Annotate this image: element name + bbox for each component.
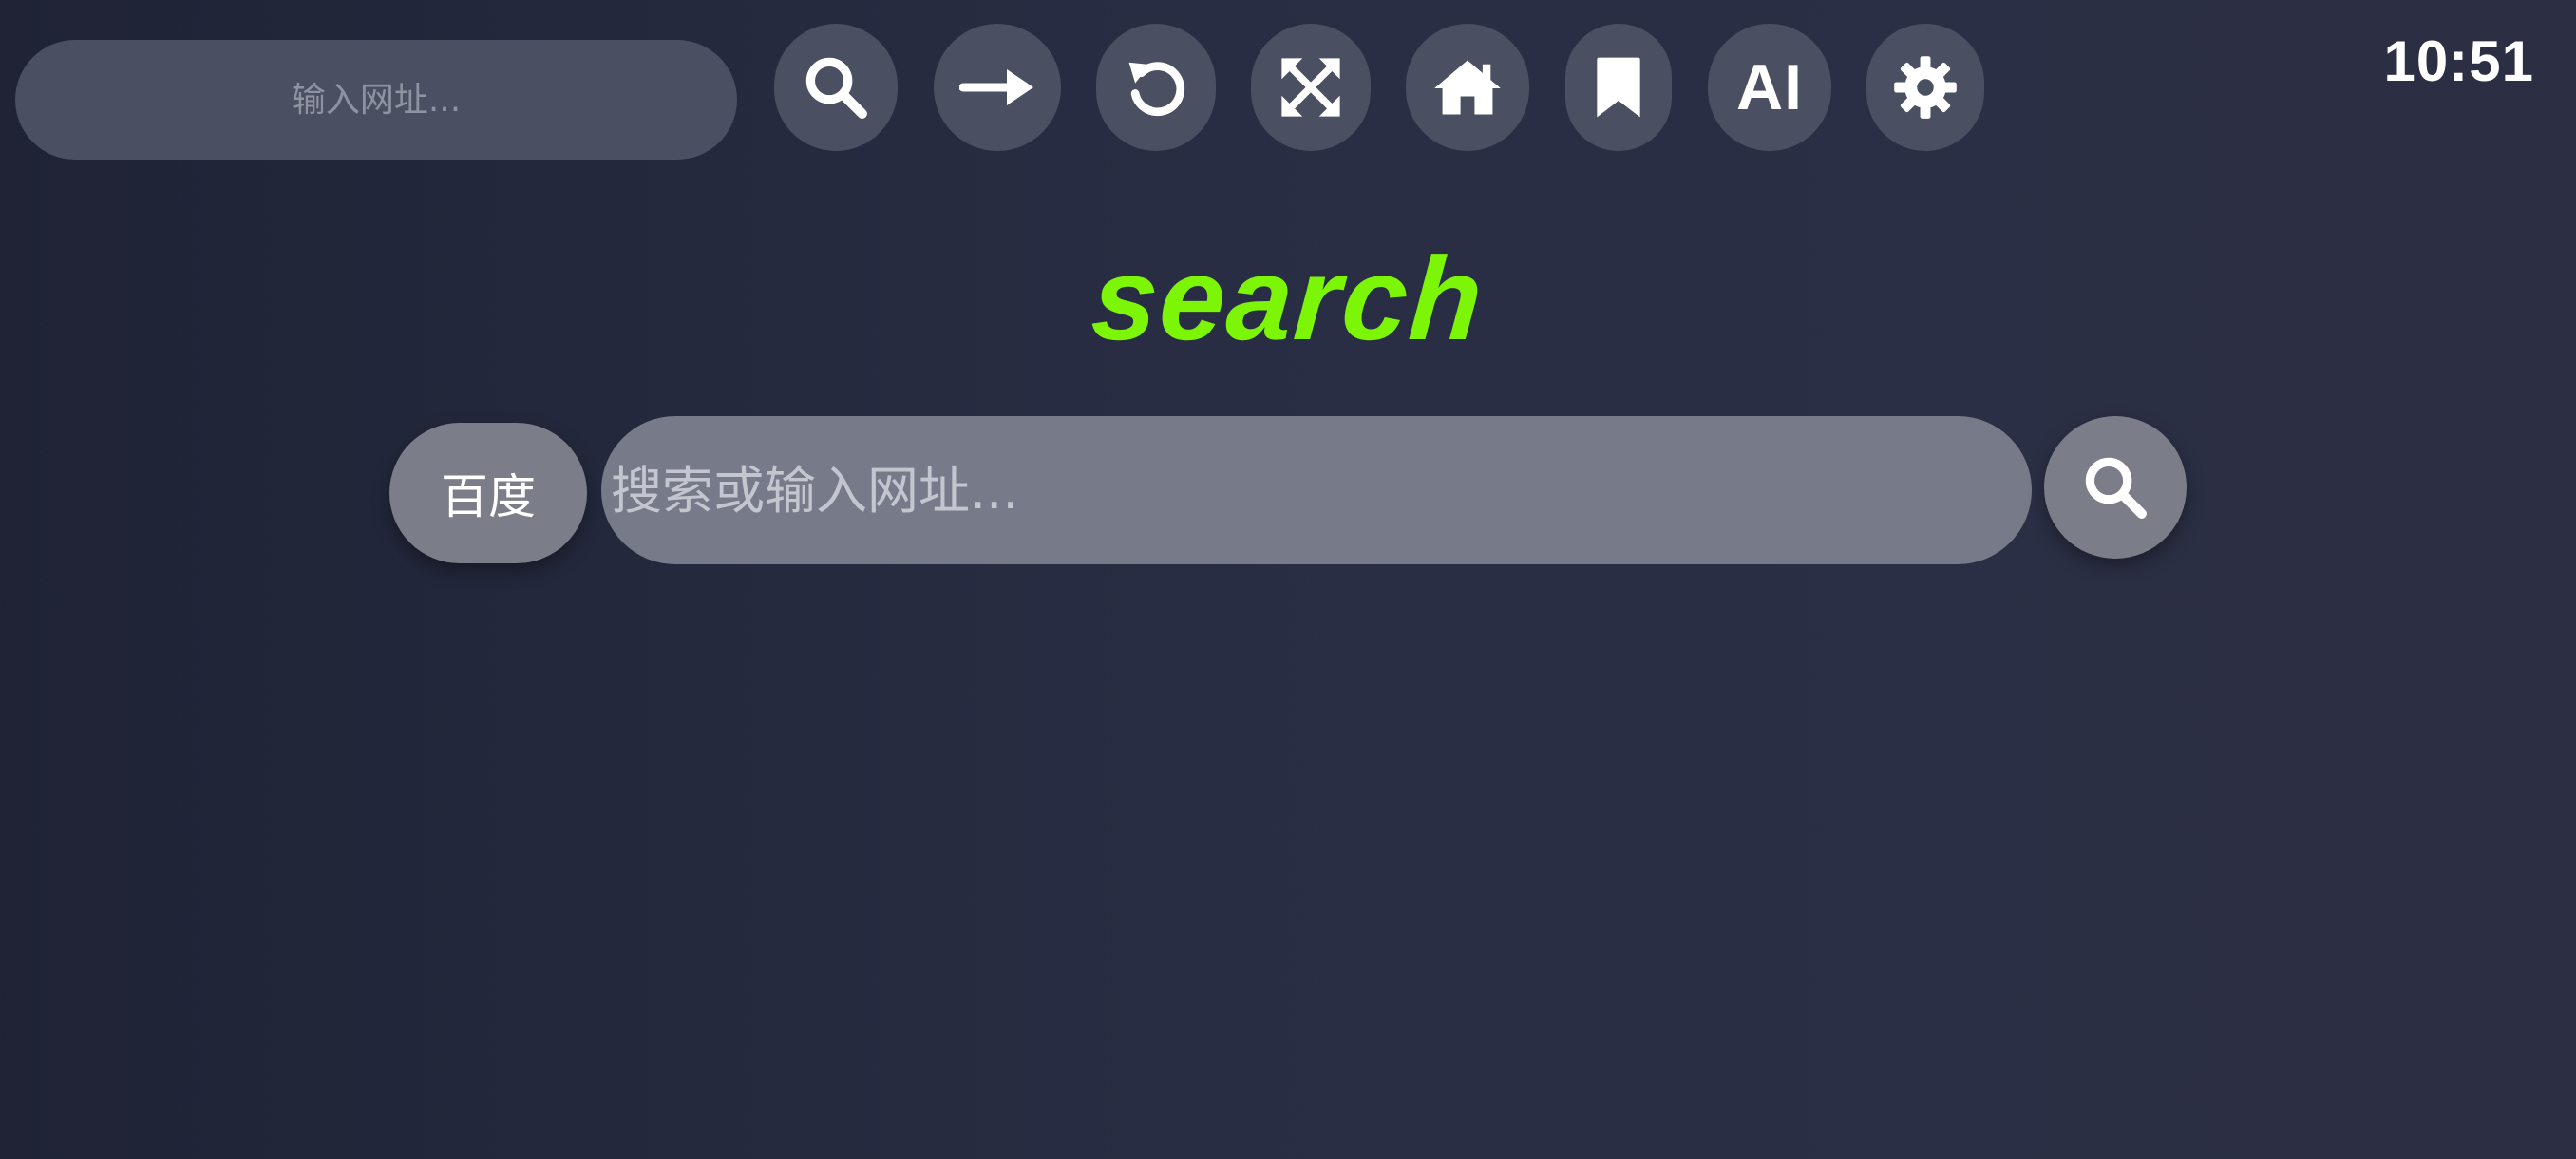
search-button[interactable] (774, 24, 898, 151)
fullscreen-button[interactable] (1251, 24, 1371, 151)
gear-icon (1894, 56, 1957, 119)
search-engine-label: 百度 (441, 469, 536, 524)
ai-button-label: AI (1736, 51, 1803, 124)
go-button[interactable] (934, 24, 1061, 151)
bookmark-icon (1597, 57, 1640, 118)
search-submit-button[interactable] (2044, 416, 2187, 559)
expand-icon (1281, 58, 1340, 117)
logo-title: search (1088, 234, 1488, 365)
top-toolbar: AI 10:51 (0, 0, 2576, 171)
url-input[interactable] (15, 40, 737, 160)
search-icon (2085, 457, 2147, 519)
ai-button[interactable]: AI (1708, 24, 1831, 151)
bookmark-button[interactable] (1565, 24, 1672, 151)
reload-button[interactable] (1096, 24, 1216, 151)
search-icon (805, 57, 867, 119)
home-icon (1434, 60, 1501, 115)
search-engine-button[interactable]: 百度 (389, 423, 587, 563)
home-button[interactable] (1406, 24, 1529, 151)
reload-icon (1128, 62, 1185, 117)
search-input[interactable] (601, 416, 2032, 564)
clock: 10:51 (2383, 29, 2534, 93)
settings-button[interactable] (1866, 24, 1984, 151)
arrow-right-icon (959, 69, 1033, 105)
